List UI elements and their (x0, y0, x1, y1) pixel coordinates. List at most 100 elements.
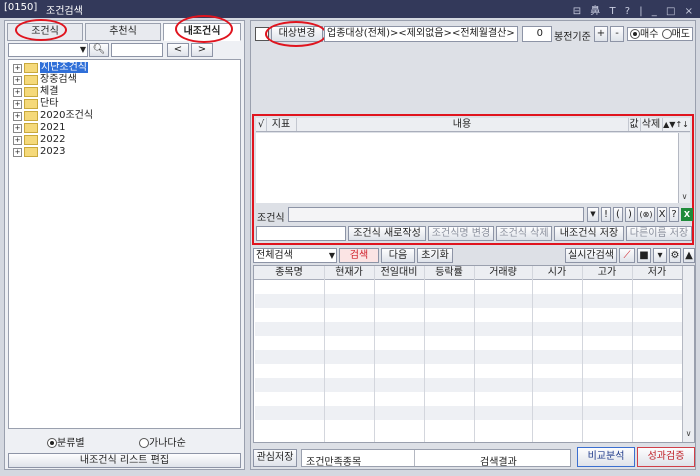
radio-label: 가나다순 (149, 438, 186, 449)
radio-dot[interactable] (139, 438, 149, 448)
radio-alphabetical[interactable]: 가나다순 (139, 437, 186, 451)
folder-icon (24, 147, 38, 157)
grid-divider (424, 266, 425, 442)
highlight-oval-condition (15, 19, 67, 41)
col-stock-name[interactable]: 종목명 (254, 266, 325, 279)
nav-prev-button[interactable]: < (167, 43, 189, 57)
search-scope-select[interactable]: 전체검색 ▼ (253, 248, 337, 263)
highlight-oval-my-condition (175, 15, 233, 43)
tree-item[interactable]: +2022 (13, 134, 65, 146)
chevron-down-icon[interactable]: ▾ (653, 248, 667, 263)
col-change-rate[interactable]: 등락률 (424, 266, 475, 279)
category-select[interactable]: ▼ (8, 43, 88, 57)
next-button[interactable]: 다음 (381, 248, 415, 263)
radio-by-category[interactable]: 분류별 (47, 437, 85, 451)
compare-analysis-button[interactable]: 비교분석 (577, 447, 635, 467)
divider (414, 450, 415, 466)
menu-icon[interactable]: ■ (637, 248, 651, 263)
save-as-button[interactable]: 다른이름 저장 (626, 226, 692, 241)
operator-group[interactable]: (⊗) (637, 207, 655, 222)
buy-sell-toggle[interactable]: 매수 매도 (627, 27, 693, 41)
condition-table-header: √ 지표 내용 값 삭제 ▲▼↑↓ (256, 118, 690, 132)
bong-stepper[interactable]: 0 (522, 26, 552, 42)
nav-next-button[interactable]: > (191, 43, 213, 57)
tree-item-label: 2021 (40, 122, 66, 133)
expand-icon[interactable]: + (13, 147, 22, 157)
expand-icon[interactable]: + (13, 99, 22, 109)
edit-list-button[interactable]: 내조건식 리스트 편집 (8, 453, 241, 468)
operator-close-paren[interactable]: ) (625, 207, 635, 222)
radio-dot[interactable] (47, 438, 57, 448)
target-text-field[interactable]: 업종대상(전체)><제외없음><전체월결산> (324, 26, 518, 42)
search-button[interactable]: 🔍︎ (89, 43, 109, 57)
tab-recommend[interactable]: 추천식 (85, 23, 161, 41)
result-summary: 조건만족종목 검색결과 (301, 449, 571, 468)
table-row[interactable] (255, 294, 682, 308)
tree-item[interactable]: + 체결 (13, 86, 58, 98)
condition-expression-field[interactable] (288, 207, 584, 222)
chevron-down-icon[interactable]: ∨ (679, 191, 690, 203)
save-condition-button[interactable]: 내조건식 저장 (554, 226, 624, 241)
chevron-up-icon[interactable]: ▲ (683, 248, 695, 263)
col-current-price[interactable]: 현재가 (324, 266, 375, 279)
expand-icon[interactable]: + (13, 135, 22, 145)
minus-button[interactable]: - (610, 26, 624, 42)
chevron-down-icon: ▼ (79, 45, 86, 54)
grid-divider (582, 266, 583, 442)
col-volume[interactable]: 거래량 (474, 266, 533, 279)
rename-condition-button[interactable]: 조건식명 변경 (428, 226, 494, 241)
sort-arrows[interactable]: ▲▼↑↓ (662, 118, 690, 131)
col-high[interactable]: 고가 (582, 266, 633, 279)
grid-divider (632, 266, 633, 442)
reset-button[interactable]: 초기화 (417, 248, 453, 263)
chart-icon[interactable]: ⟋ (619, 248, 635, 263)
excel-icon[interactable]: X (681, 208, 693, 221)
title-bar: [0150] 조건검색 ⊟ 鼻 T ? | _ □ × (0, 0, 700, 18)
operator-x[interactable]: X (657, 207, 667, 222)
expand-icon[interactable]: + (13, 111, 22, 121)
sell-label: 매도 (671, 29, 690, 40)
radio-sell[interactable] (661, 29, 672, 39)
operator-dropdown[interactable]: ▼ (587, 207, 599, 222)
delete-column: 삭제 (640, 118, 663, 131)
table-row[interactable] (255, 378, 682, 392)
window-controls[interactable]: ⊟ 鼻 T ? | _ □ × (573, 2, 696, 17)
plus-button[interactable]: + (594, 26, 608, 42)
chevron-down-icon[interactable]: ∨ (683, 428, 694, 440)
tree-item[interactable]: + 지난조건식 (13, 62, 88, 74)
condition-scrollbar[interactable]: ∨ (678, 133, 690, 203)
col-low[interactable]: 저가 (632, 266, 682, 279)
search-run-button[interactable]: 검색 (339, 248, 379, 263)
result-scrollbar[interactable]: ∨ (682, 266, 694, 442)
folder-icon (24, 75, 38, 85)
tree-item[interactable]: +2021 (13, 122, 65, 134)
delete-condition-button[interactable]: 조건식 삭제 (496, 226, 552, 241)
radio-buy[interactable] (630, 29, 640, 39)
folder-icon (24, 63, 38, 73)
col-change[interactable]: 전일대비 (374, 266, 425, 279)
performance-test-button[interactable]: 성과검증 (637, 447, 695, 467)
col-open[interactable]: 시가 (532, 266, 583, 279)
operator-not[interactable]: ! (601, 207, 611, 222)
tree-item[interactable]: +2020조건식 (13, 110, 93, 122)
expand-icon[interactable]: + (13, 75, 22, 85)
table-row[interactable] (255, 406, 682, 420)
search-input[interactable] (111, 43, 163, 57)
tree-item[interactable]: + 장중검색 (13, 74, 77, 86)
help-button[interactable]: ? (669, 207, 679, 222)
realtime-search-button[interactable]: 실시간검색 (565, 248, 617, 263)
tree-item-label: 2022 (40, 134, 66, 145)
gear-icon[interactable]: ⚙ (669, 248, 681, 263)
tree-item[interactable]: + 단타 (13, 98, 58, 110)
expand-icon[interactable]: + (13, 123, 22, 133)
expand-icon[interactable]: + (13, 87, 22, 97)
operator-open-paren[interactable]: ( (613, 207, 623, 222)
new-condition-button[interactable]: 조건식 새로작성 (348, 226, 426, 241)
watchlist-save-button[interactable]: 관심저장 (253, 449, 297, 467)
folder-icon (24, 135, 38, 145)
table-row[interactable] (255, 322, 682, 336)
table-row[interactable] (255, 350, 682, 364)
condition-name-input[interactable] (256, 226, 346, 241)
expand-icon[interactable]: + (13, 63, 22, 73)
tree-item[interactable]: +2023 (13, 146, 65, 158)
